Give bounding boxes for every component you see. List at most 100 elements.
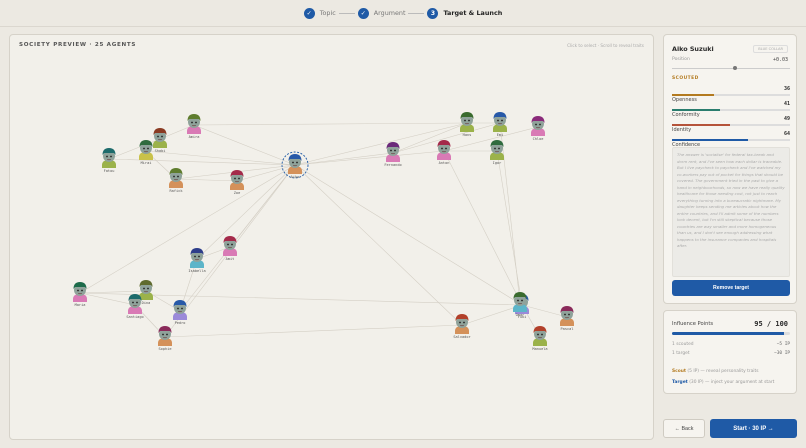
agent-node[interactable]: Dina [139,280,153,305]
agent-eye [173,175,175,178]
agent-eye [194,255,196,258]
agent-opinion-quote: The answer is 'socialise' for federal ta… [672,147,790,277]
agent-name-label: Isabella [188,269,205,273]
position-label: Position [672,57,690,62]
agent-name-label: Chloe [533,137,544,141]
agent-name-label: Hans [463,133,472,137]
legend-key: Scout [672,369,687,374]
legend-cost: (5 IP) [687,369,699,374]
step-connector [408,12,425,14]
agent-eye [147,147,149,150]
agent-eye [445,147,447,150]
step-number: 3 [427,7,439,19]
agent-eye [296,161,298,164]
agent-eye [539,123,541,126]
agent-name: Aiko Suzuki [672,45,714,53]
agent-eye [162,333,164,336]
cost-value: −30 IP [774,351,790,356]
agent-node[interactable]: Rafick [169,168,183,193]
agent-name-label: Aiko [291,175,300,179]
agent-eye [157,135,159,138]
cost-row-scouted: 1 scouted −5 IP [672,342,790,347]
agent-node[interactable]: Pascal [560,306,574,331]
trait-bar-fill [672,109,721,111]
agent-eye [498,147,500,150]
agent-eye [459,321,461,324]
agent-eye [191,121,193,124]
agent-node[interactable]: Sophie [158,326,172,351]
agent-eye [517,299,519,302]
agent-connection [79,164,296,294]
agent-connection [108,158,296,166]
trait-bar-fill [672,139,748,141]
agent-connection [294,152,394,166]
agent-node[interactable]: Isabella [188,248,206,273]
agent-node[interactable]: Salvador [453,314,471,339]
step-check-icon: ✓ [303,7,315,19]
agent-connection [443,150,523,306]
agent-eye [166,333,168,336]
back-button[interactable]: ← Back [663,419,705,438]
agent-name-label: Santiago [126,315,143,319]
agent-eye [181,307,183,310]
agent-eye [394,149,396,152]
agent-network[interactable]: Amira Shabi Mirai Fatou Rafick Zoe Aiko Fernand… [10,35,654,440]
trait-bar-fill [672,124,730,126]
agent-node[interactable]: Anton [437,140,451,165]
trait-bar [672,124,790,126]
agent-node[interactable]: Igor [490,140,504,165]
cost-label: 1 target [672,351,690,356]
agent-eye [147,287,149,290]
agent-connection [499,122,521,304]
agent-node[interactable]: Maria [73,282,87,307]
agent-name-label: Fernando [384,163,401,167]
agent-name-label: Dina [142,301,151,305]
agent-eye [234,177,236,180]
step-topic[interactable]: ✓ Topic [303,7,336,19]
agent-eye [110,155,112,158]
step-connector [338,12,355,14]
start-button[interactable]: Start · 30 IP → [710,419,797,438]
trait-bar [672,109,790,111]
agent-name-label: Shabi [155,149,166,153]
agent-node[interactable]: Zoe [230,170,244,195]
step-target-launch[interactable]: 3 Target & Launch [427,7,503,19]
agent-connection [461,304,523,326]
agent-name-label: Anton [439,161,450,165]
agent-node[interactable]: Manuela [532,326,548,351]
agent-connection [196,164,296,260]
agent-eye [521,299,523,302]
agent-node[interactable]: Aiko [281,151,309,179]
agent-eye [468,119,470,122]
agent-name-label: Igor [493,161,502,165]
agent-node[interactable]: Fernando [384,142,402,167]
agent-name-label: Pedro [175,321,186,325]
agent-node[interactable]: Mirai [139,140,153,165]
agent-node[interactable]: Pedro [173,300,187,325]
agent-node[interactable]: Fatou [102,148,116,173]
agent-node[interactable]: Shabi [153,128,167,153]
agent-eye [494,147,496,150]
agent-name-label: Rafick [170,189,184,193]
agent-node[interactable]: Amira [187,114,201,139]
agent-eye [537,333,539,336]
influence-value: 95 / 100 [754,320,788,328]
scouted-label: SCOUTED [672,76,699,81]
step-label: Target & Launch [443,9,503,17]
step-argument[interactable]: ✓ Argument [357,7,406,19]
step-label: Argument [373,9,406,17]
agent-connection [294,164,523,306]
trait-bar [672,139,790,141]
agent-eye [143,287,145,290]
legend-target: Target (30 IP) — inject your argument at… [672,380,774,385]
influence-points-card: Influence Points 95 / 100 1 scouted −5 I… [663,310,797,394]
trait-bar-fill [672,94,715,96]
agent-eye [441,147,443,150]
step-label: Topic [319,9,336,17]
remove-target-button[interactable]: Remove target [672,280,790,296]
agent-name-label: Omar [516,313,525,317]
agent-connection [294,150,445,166]
trait-value: 36 [783,86,790,92]
agent-eye [390,149,392,152]
position-track [672,68,790,69]
